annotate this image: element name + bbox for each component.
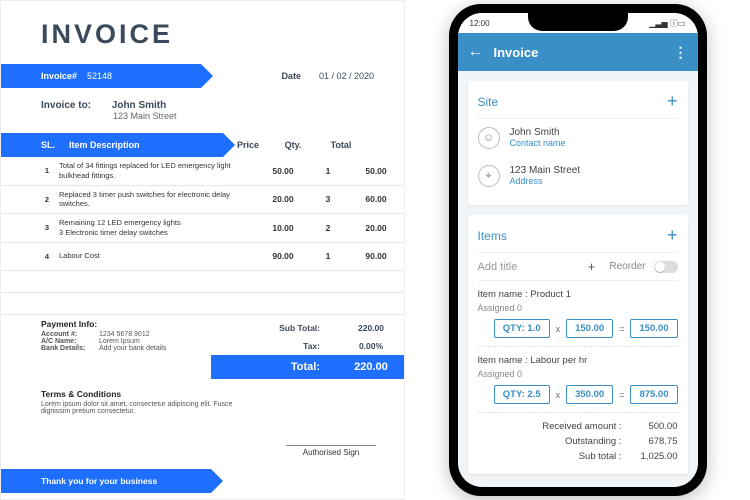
item-row[interactable]: Item name : Labour per hr Assigned 0 QTY… xyxy=(478,347,678,413)
invoice-number-value: 52148 xyxy=(87,71,112,81)
back-icon[interactable]: ← xyxy=(468,43,484,61)
invoice-document: INVOICE Invoice# 52148 Date 01 / 02 / 20… xyxy=(0,0,405,500)
reorder-label: Reorder xyxy=(609,261,645,272)
add-item-button[interactable]: + xyxy=(667,225,678,246)
invoice-to-address: 123 Main Street xyxy=(113,111,404,121)
payment-info: Payment Info: Account #:1234 5678 9012 A… xyxy=(1,319,211,379)
invoice-to-label: Invoice to: xyxy=(41,100,109,111)
invoice-number-label: Invoice# xyxy=(41,71,77,81)
contact-name: John Smith xyxy=(510,127,566,138)
terms-block: Terms & Conditions Lorem ipsum dolor sit… xyxy=(41,389,241,415)
table-row: 1Total of 34 fittings replaced for LED e… xyxy=(1,157,404,186)
table-row-empty xyxy=(1,293,404,315)
invoice-to-block: Invoice to: John Smith 123 Main Street xyxy=(41,100,404,121)
item-row[interactable]: Item name : Product 1 Assigned 0 QTY: 1.… xyxy=(478,281,678,347)
site-contact-entry[interactable]: ☺ John Smith Contact name xyxy=(478,119,678,157)
table-row-empty xyxy=(1,271,404,293)
date-value: 01 / 02 / 2020 xyxy=(319,71,374,81)
col-qty: Qty. xyxy=(273,140,313,150)
date-label: Date xyxy=(281,71,301,81)
invoice-number-band: Invoice# 52148 Date 01 / 02 / 2020 xyxy=(1,64,404,88)
phone-frame: 12:00 ▁▃▅ ⓘ▭ ← Invoice ⋮ Site + xyxy=(449,4,707,496)
appbar-title: Invoice xyxy=(494,45,539,60)
line-total-chip: 150.00 xyxy=(630,319,677,338)
items-heading: Items xyxy=(478,229,507,243)
status-icons: ▁▃▅ ⓘ▭ xyxy=(649,18,685,29)
contact-sub: Contact name xyxy=(510,138,566,148)
table-row: 3Remaining 12 LED emergency lights 3 Ele… xyxy=(1,214,404,243)
table-body: 1Total of 34 fittings replaced for LED e… xyxy=(1,157,404,315)
price-chip[interactable]: 150.00 xyxy=(566,319,613,338)
totals-block: Sub Total:220.00 Tax:0.00% Total:220.00 xyxy=(211,319,404,379)
site-address-entry[interactable]: ⌖ 123 Main Street Address xyxy=(478,157,678,195)
col-total: Total xyxy=(313,140,369,150)
thanks-band: Thank you for your business xyxy=(1,469,211,493)
site-card: Site + ☺ John Smith Contact name ⌖ xyxy=(468,81,688,205)
terms-heading: Terms & Conditions xyxy=(41,389,241,399)
table-row: 4Labour Cost90.00190.00 xyxy=(1,243,404,271)
add-title-input[interactable]: Add title xyxy=(478,261,580,273)
col-desc: Item Description xyxy=(69,140,223,150)
invoice-title: INVOICE xyxy=(41,19,404,50)
thanks-text: Thank you for your business xyxy=(1,469,211,493)
table-row: 2Replaced 3 timer push switches for elec… xyxy=(1,186,404,215)
menu-icon[interactable]: ⋮ xyxy=(674,44,688,61)
address-sub: Address xyxy=(510,176,581,186)
person-icon: ☺ xyxy=(478,127,500,149)
phone-notch xyxy=(528,13,628,31)
app-bar: ← Invoice ⋮ xyxy=(458,33,698,71)
status-time: 12:00 xyxy=(470,19,490,28)
authorised-sign: Authorised Sign xyxy=(286,445,376,457)
col-sl: SL. xyxy=(41,140,69,150)
terms-body: Lorem ipsum dolor sit amet, consectetur … xyxy=(41,401,241,415)
address-value: 123 Main Street xyxy=(510,165,581,176)
payment-heading: Payment Info: xyxy=(41,319,211,329)
invoice-to-name: John Smith xyxy=(112,100,166,111)
qty-chip[interactable]: QTY: 2.5 xyxy=(494,385,550,404)
add-site-button[interactable]: + xyxy=(667,91,678,112)
site-heading: Site xyxy=(478,95,499,109)
qty-chip[interactable]: QTY: 1.0 xyxy=(494,319,550,338)
items-summary: Received amount :500.00 Outstanding :678… xyxy=(478,413,678,464)
add-title-plus-button[interactable]: + xyxy=(588,259,596,274)
items-card: Items + Add title + Reorder Item name : … xyxy=(468,215,688,474)
location-icon: ⌖ xyxy=(478,165,500,187)
table-header: SL. Item Description Price Qty. Total xyxy=(1,133,404,157)
reorder-toggle[interactable] xyxy=(654,261,678,273)
line-total-chip: 875.00 xyxy=(630,385,677,404)
price-chip[interactable]: 350.00 xyxy=(566,385,613,404)
